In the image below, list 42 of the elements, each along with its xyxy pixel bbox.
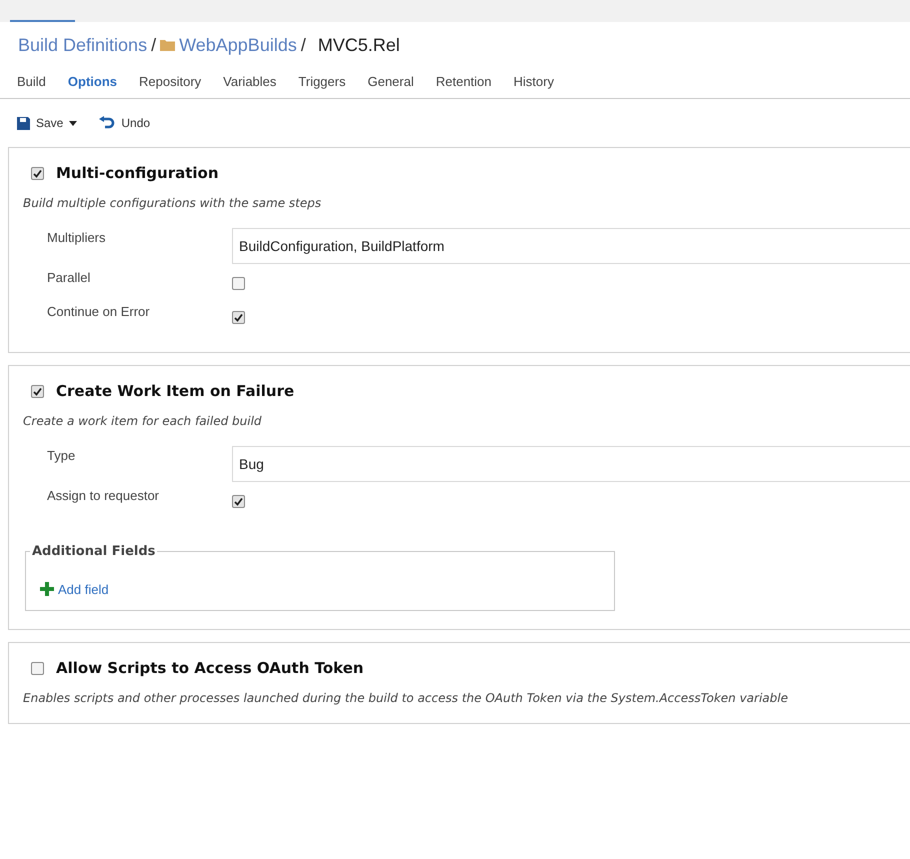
folder-icon	[160, 39, 176, 51]
checkbox[interactable]	[232, 494, 245, 508]
tab[interactable]: General	[368, 72, 414, 90]
section-description: Enables scripts and other processes launched during the build to access the OAuth Token via the System.AccessToken variable	[23, 691, 789, 705]
section-title: Allow Scripts to Access OAuth Token	[56, 659, 364, 677]
definition-title: MVC5.Rel	[318, 34, 400, 56]
checkbox[interactable]	[31, 166, 44, 180]
save-button[interactable]: Save	[17, 116, 78, 130]
checkbox[interactable]	[31, 662, 44, 674]
plus-icon	[40, 582, 54, 596]
tab[interactable]: Repository	[139, 72, 202, 90]
field-label: Assign to requestor	[47, 487, 160, 503]
breadcrumb-link[interactable]: WebAppBuilds	[179, 34, 297, 56]
tab[interactable]: Variables	[223, 72, 276, 90]
tab[interactable]: History	[514, 72, 554, 90]
breadcrumb-separator: /	[300, 34, 306, 56]
input-field[interactable]: BuildConfiguration, BuildPlatform	[232, 228, 910, 264]
tab[interactable]: Options	[68, 72, 118, 90]
section-title: Multi-configuration	[56, 164, 219, 182]
checkbox[interactable]	[232, 276, 245, 290]
section-description: Create a work item for each failed build	[23, 414, 263, 428]
section-title: Create Work Item on Failure	[56, 382, 294, 400]
checkbox[interactable]	[31, 384, 44, 398]
caret-icon	[69, 120, 78, 126]
tab[interactable]: Triggers	[298, 72, 346, 90]
add-field-link[interactable]: Add field	[40, 582, 109, 596]
tab-indicator	[10, 20, 75, 22]
tab[interactable]: Retention	[436, 72, 492, 90]
tab[interactable]: Build	[17, 72, 46, 90]
field-label: Parallel	[47, 269, 92, 285]
checkbox[interactable]	[232, 310, 245, 324]
breadcrumb-separator: /	[151, 34, 156, 56]
undo-icon	[99, 116, 116, 130]
undo-button[interactable]: Undo	[99, 116, 150, 130]
group-legend: Additional Fields	[30, 544, 158, 559]
save-icon	[17, 116, 30, 130]
field-label: Continue on Error	[47, 303, 151, 319]
section-description: Build multiple configurations with the same steps	[23, 196, 322, 210]
breadcrumb-link[interactable]: Build Definitions	[18, 34, 148, 56]
input-field[interactable]: Bug	[232, 446, 910, 482]
field-label: Multipliers	[47, 229, 107, 245]
field-label: Type	[47, 447, 76, 463]
